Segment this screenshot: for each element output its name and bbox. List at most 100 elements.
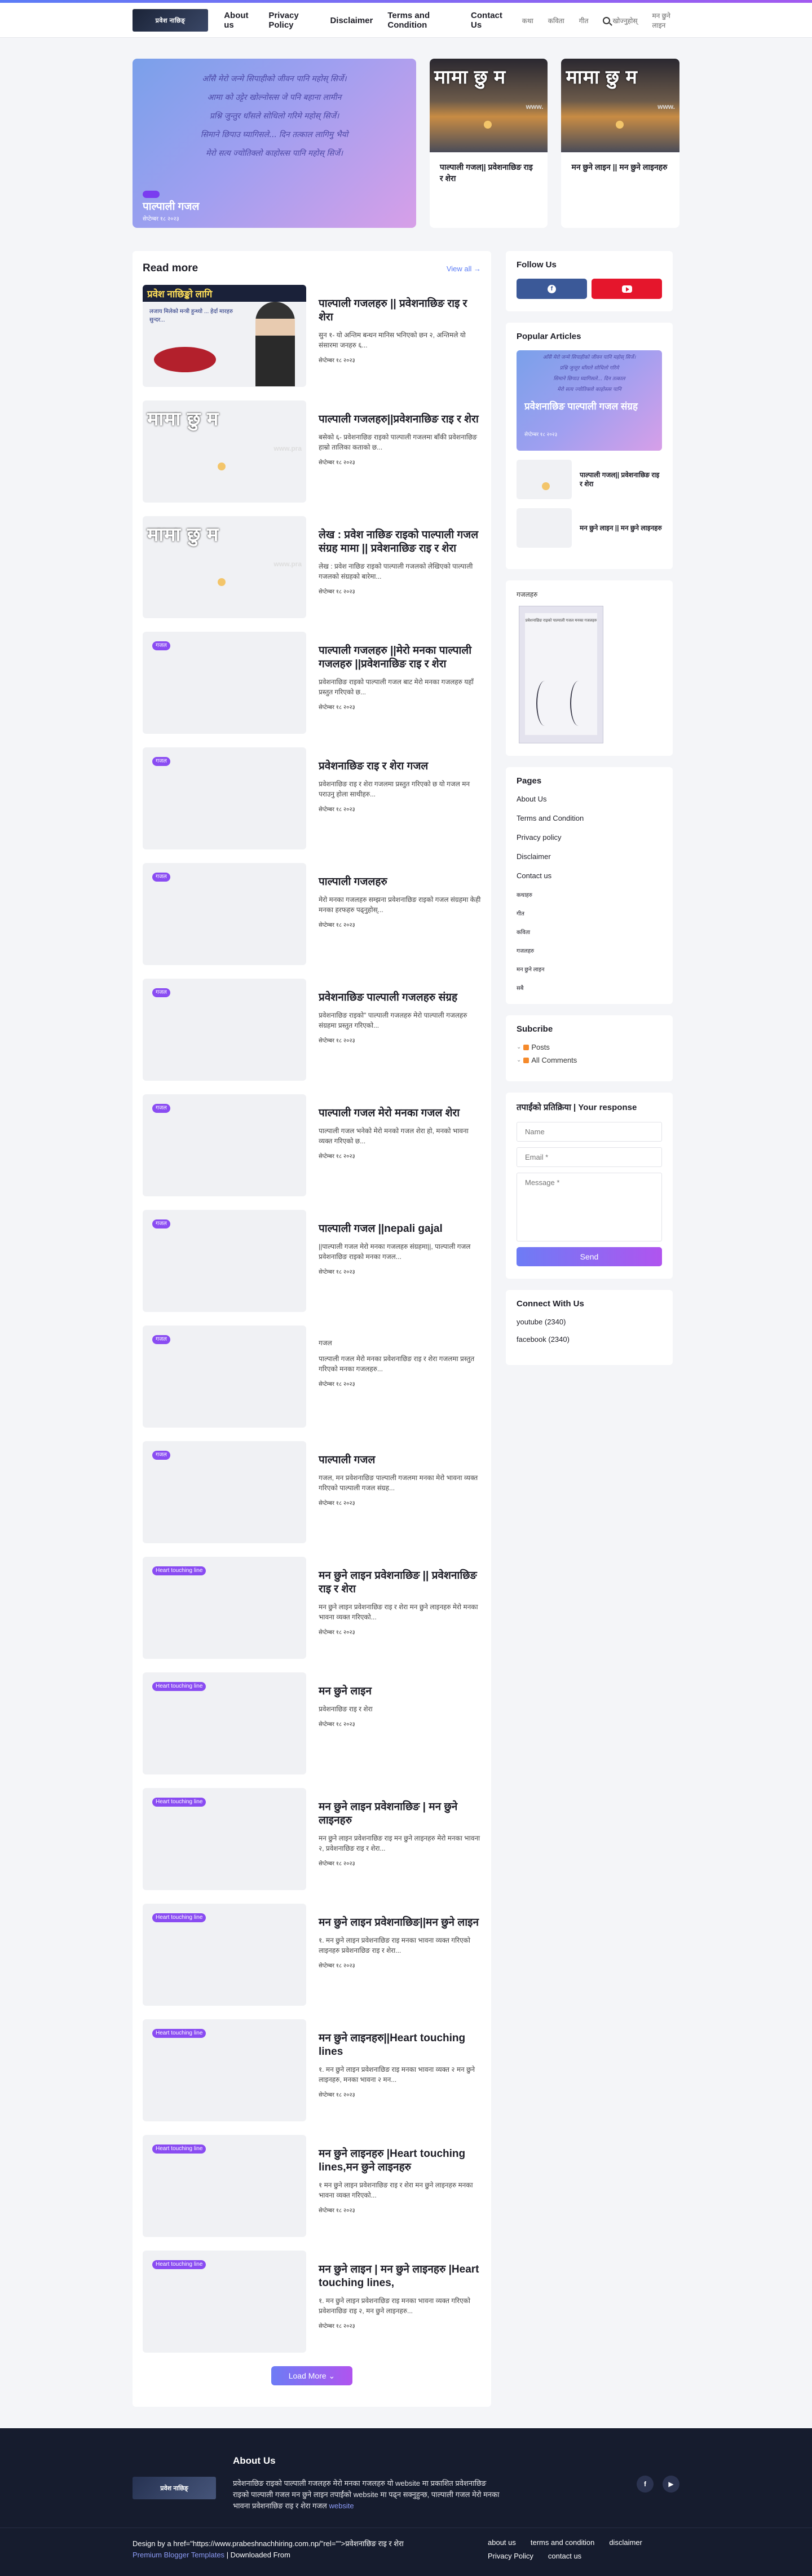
post-title[interactable]: मन छुने लाइन प्रवेशनाछिङ || प्रवेशनाछिङ … xyxy=(319,1569,481,1596)
nav-terms[interactable]: Terms and Condition xyxy=(387,11,456,30)
site-logo[interactable]: प्रवेश नाछिङ् xyxy=(133,9,209,32)
facebook-icon[interactable]: f xyxy=(637,2476,654,2493)
popular-item-title[interactable]: मन छुने लाइन || मन छुने लाइनहरु xyxy=(572,523,662,532)
post-item[interactable]: Heart touching line मन छुने लाइन प्रवेशना… xyxy=(143,1788,481,1890)
category-badge[interactable]: गजल xyxy=(152,988,170,997)
post-thumbnail[interactable]: गजल xyxy=(143,1210,306,1312)
popular-post-small[interactable]: मन छुने लाइन || मन छुने लाइनहरु xyxy=(517,508,662,548)
post-thumbnail[interactable]: Heart touching line xyxy=(143,2019,306,2121)
post-item[interactable]: गजल प्रवेशनाछिङ पाल्पाली गजलहरु संग्रह प्र… xyxy=(143,979,481,1081)
footer-link[interactable]: Privacy Policy xyxy=(488,2552,533,2561)
page-link-terms[interactable]: Terms and Condition xyxy=(517,814,662,822)
post-thumbnail[interactable]: Heart touching line xyxy=(143,1672,306,1774)
post-item[interactable]: Heart touching line मन छुने लाइन प्रवेशनाछ… xyxy=(143,1672,481,1774)
page-link-category[interactable]: कविता xyxy=(517,928,662,936)
post-thumbnail[interactable]: Heart touching line xyxy=(143,2135,306,2237)
featured-small-title[interactable]: मन छुने लाइन || मन छुने लाइनहरु xyxy=(561,152,679,182)
post-item[interactable]: Heart touching line मन छुने लाइन | मन छुन… xyxy=(143,2251,481,2353)
post-title[interactable]: पाल्पाली गजलहरु xyxy=(319,875,481,889)
poem-card-image[interactable]: प्रवेशनाछिङ राइको पाल्पाली गजल मनका गजलह… xyxy=(519,606,603,743)
facebook-button[interactable]: f xyxy=(517,279,587,299)
nav-disclaimer[interactable]: Disclaimer xyxy=(330,16,373,25)
category-badge[interactable]: Heart touching line xyxy=(152,1682,206,1691)
email-field[interactable] xyxy=(517,1147,662,1167)
post-item[interactable]: गजल गजल पाल्पाली गजल मेरो मनका प्रवेशनाछिङ… xyxy=(143,1326,481,1428)
post-title[interactable]: मन छुने लाइनहरु |Heart touching lines,मन… xyxy=(319,2147,481,2174)
credit-link[interactable]: Premium Blogger Templates xyxy=(133,2551,224,2559)
category-badge[interactable]: Heart touching line xyxy=(152,1566,206,1575)
search-button[interactable]: खोज्नुहोस् xyxy=(603,16,637,25)
post-title[interactable]: मन छुने लाइन प्रवेशनाछिङ||मन छुने लाइन xyxy=(319,1916,481,1930)
post-title[interactable]: मन छुने लाइनहरु||Heart touching lines xyxy=(319,2032,481,2059)
post-item[interactable]: गजल पाल्पाली गजल ||nepali gajal ||पाल्पाली… xyxy=(143,1210,481,1312)
category-badge[interactable]: Heart touching line xyxy=(152,1913,206,1922)
category-badge[interactable]: गजल xyxy=(152,1219,170,1228)
nav-contact-us[interactable]: Contact Us xyxy=(471,11,508,30)
post-title[interactable]: प्रवेशनाछिङ राइ र शेरा गजल xyxy=(319,760,481,773)
post-item[interactable]: Heart touching line मन छुने लाइन प्रवेशना… xyxy=(143,1904,481,2006)
category-badge[interactable]: गजल xyxy=(152,757,170,766)
post-thumbnail[interactable]: मामा छु म www.pra xyxy=(143,400,306,503)
subscribe-comments-link[interactable]: ⌄ All Comments xyxy=(517,1056,662,1064)
page-link-category[interactable]: कथाहरु xyxy=(517,891,662,899)
nav-item-katha[interactable]: कथा xyxy=(522,16,533,25)
category-badge[interactable]: Heart touching line xyxy=(152,2145,206,2154)
post-thumbnail[interactable]: गजल xyxy=(143,1094,306,1196)
nav-item-heart-lines[interactable]: मन छुने लाइन xyxy=(652,11,679,30)
post-title[interactable]: पाल्पाली गजलहरु||प्रवेशनाछिङ राइ र शेरा xyxy=(319,413,481,426)
post-item[interactable]: प्रवेश नाछिङ्को लागि लजाय मिलेको मन्त्री … xyxy=(143,285,481,387)
post-thumbnail[interactable]: Heart touching line xyxy=(143,2251,306,2353)
nav-privacy-policy[interactable]: Privacy Policy xyxy=(268,11,315,30)
name-field[interactable] xyxy=(517,1122,662,1142)
page-link-privacy[interactable]: Privacy policy xyxy=(517,833,662,842)
category-badge[interactable]: Heart touching line xyxy=(152,1798,206,1807)
post-item[interactable]: गजल पाल्पाली गजलहरु ||मेरो मनका पाल्पाली … xyxy=(143,632,481,734)
category-badge[interactable]: गजल xyxy=(152,1104,170,1113)
page-link-disclaimer[interactable]: Disclaimer xyxy=(517,852,662,861)
featured-small-title[interactable]: पाल्पाली गजल|| प्रवेशनाछिङ राइ र शेरा xyxy=(430,152,548,193)
post-item[interactable]: मामा छु म www.pra पाल्पाली गजलहरु||प्रवेशन… xyxy=(143,400,481,503)
page-link-category[interactable]: गीत xyxy=(517,909,662,917)
footer-link[interactable]: about us xyxy=(488,2538,516,2547)
page-link-about[interactable]: About Us xyxy=(517,795,662,803)
popular-post-large[interactable]: आँसै मेरो जन्मे सिपाहीको जीवन पानि महोस्… xyxy=(517,350,662,451)
nav-item-geet[interactable]: गीत xyxy=(579,16,589,25)
post-thumbnail[interactable]: गजल xyxy=(143,747,306,849)
post-title[interactable]: मन छुने लाइन xyxy=(319,1685,481,1698)
post-item[interactable]: Heart touching line मन छुने लाइनहरु |Hear… xyxy=(143,2135,481,2237)
post-item[interactable]: गजल पाल्पाली गजलहरु मेरो मनका गजलहरु सम्झन… xyxy=(143,863,481,965)
facebook-link[interactable]: facebook (2340) xyxy=(517,1335,662,1344)
youtube-icon[interactable]: ▶ xyxy=(663,2476,679,2493)
post-title[interactable]: लेख : प्रवेश नाछिङ राइको पाल्पाली गजल सं… xyxy=(319,529,481,556)
view-all-link[interactable]: View all → xyxy=(447,265,481,273)
post-thumbnail[interactable]: मामा छु म www.pra xyxy=(143,516,306,618)
post-item[interactable]: गजल पाल्पाली गजल गजल, मन प्रवेशनाछिङ पाल्प… xyxy=(143,1441,481,1543)
post-thumbnail[interactable]: गजल xyxy=(143,1326,306,1428)
footer-link[interactable]: contact us xyxy=(548,2552,581,2561)
post-title[interactable]: पाल्पाली गजल मेरो मनका गजल शेरा xyxy=(319,1107,481,1120)
load-more-button[interactable]: Load More ⌄ xyxy=(271,2366,352,2385)
post-title[interactable]: प्रवेशनाछिङ पाल्पाली गजलहरु संग्रह xyxy=(319,991,481,1005)
post-thumbnail[interactable]: Heart touching line xyxy=(143,1788,306,1890)
page-link-contact[interactable]: Contact us xyxy=(517,871,662,880)
post-title[interactable]: मन छुने लाइन | मन छुने लाइनहरु |Heart to… xyxy=(319,2263,481,2290)
post-item[interactable]: गजल प्रवेशनाछिङ राइ र शेरा गजल प्रवेशनाछिङ… xyxy=(143,747,481,849)
post-title[interactable]: पाल्पाली गजल ||nepali gajal xyxy=(319,1222,481,1236)
post-thumbnail[interactable]: Heart touching line xyxy=(143,1557,306,1659)
category-badge[interactable] xyxy=(143,191,160,198)
post-item[interactable]: मामा छु म www.pra लेख : प्रवेश नाछिङ राइको… xyxy=(143,516,481,618)
footer-link[interactable]: terms and condition xyxy=(531,2538,594,2547)
nav-about-us[interactable]: About us xyxy=(224,11,254,30)
page-link-category[interactable]: गजलहरु xyxy=(517,946,662,954)
message-field[interactable] xyxy=(517,1173,662,1241)
featured-post-small[interactable]: मामा छु म www. मन छुने लाइन || मन छुने ल… xyxy=(561,59,679,228)
featured-post-large[interactable]: आँसै मेरो जन्मे सिपाहीको जीवन पानि महोस्… xyxy=(133,59,416,228)
youtube-button[interactable] xyxy=(592,279,662,299)
post-title[interactable]: पाल्पाली गजल xyxy=(319,1454,481,1467)
post-thumbnail[interactable]: गजल xyxy=(143,863,306,965)
send-button[interactable]: Send xyxy=(517,1247,662,1266)
footer-link[interactable]: disclaimer xyxy=(609,2538,642,2547)
post-item[interactable]: Heart touching line मन छुने लाइन प्रवेशना… xyxy=(143,1557,481,1659)
subscribe-posts-link[interactable]: ⌄ Posts xyxy=(517,1043,662,1051)
featured-post-small[interactable]: मामा छु म www. पाल्पाली गजल|| प्रवेशनाछि… xyxy=(429,59,548,228)
